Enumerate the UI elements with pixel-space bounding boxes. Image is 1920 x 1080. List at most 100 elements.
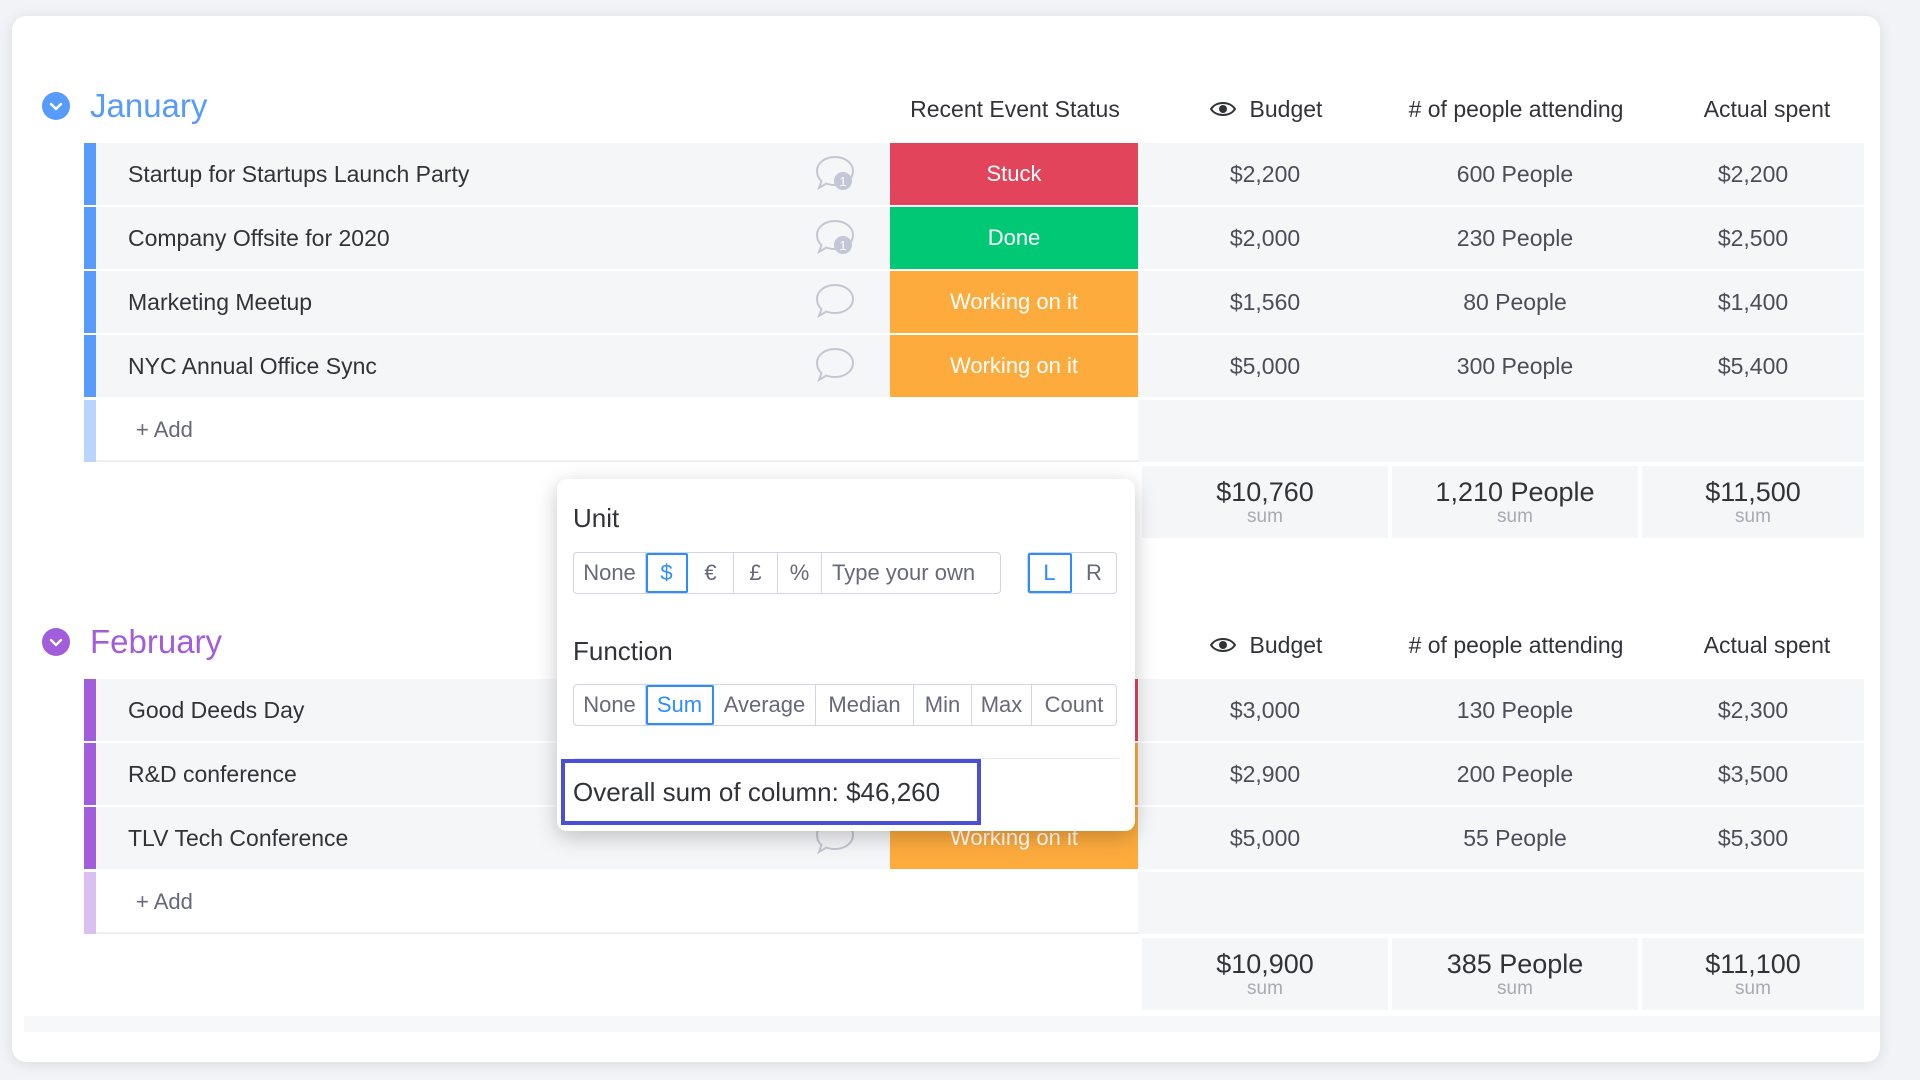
item-name[interactable]: Startup for Startups Launch Party <box>128 143 469 205</box>
people-cell[interactable]: 600 People <box>1392 143 1638 205</box>
table-row[interactable]: Startup for Startups Launch Party 1 Stuc… <box>84 143 1864 205</box>
unit-option-dollar[interactable]: $ <box>646 553 688 593</box>
row-color-stripe <box>84 207 96 269</box>
chat-count: 1 <box>839 174 846 189</box>
people-cell[interactable]: 230 People <box>1392 207 1638 269</box>
row-color-stripe <box>84 872 96 934</box>
column-header-budget[interactable]: Budget <box>1142 630 1390 660</box>
spent-cell[interactable]: $5,300 <box>1642 807 1864 869</box>
chevron-down-icon[interactable] <box>42 628 70 656</box>
row-color-stripe <box>84 807 96 869</box>
budget-cell[interactable]: $2,900 <box>1142 743 1388 805</box>
item-name[interactable]: R&D conference <box>128 743 297 805</box>
spent-summary[interactable]: $11,100 sum <box>1642 938 1864 1010</box>
group-title[interactable]: February <box>90 623 222 661</box>
table-row[interactable]: NYC Annual Office Sync Working on it $5,… <box>84 335 1864 397</box>
function-option-average[interactable]: Average <box>714 685 816 725</box>
people-cell[interactable]: 300 People <box>1392 335 1638 397</box>
people-summary[interactable]: 385 People sum <box>1392 938 1638 1010</box>
unit-option-none[interactable]: None <box>574 553 646 593</box>
function-selector: None Sum Average Median Min Max Count <box>573 684 1117 726</box>
add-item-button[interactable]: + Add <box>96 872 1138 934</box>
column-summary-popup: Unit None $ € £ % Type your own L R Func… <box>557 479 1135 831</box>
function-option-max[interactable]: Max <box>972 685 1032 725</box>
item-name[interactable]: NYC Annual Office Sync <box>128 335 377 397</box>
chevron-down-icon[interactable] <box>42 92 70 120</box>
chat-bubble-icon[interactable]: 1 <box>814 154 856 194</box>
unit-option-euro[interactable]: € <box>688 553 734 593</box>
column-header-spent[interactable]: Actual spent <box>1642 630 1892 660</box>
spent-summary[interactable]: $11,500 sum <box>1642 466 1864 538</box>
unit-option-pound[interactable]: £ <box>734 553 778 593</box>
item-name[interactable]: TLV Tech Conference <box>128 807 348 869</box>
budget-cell[interactable]: $2,000 <box>1142 207 1388 269</box>
align-left-option[interactable]: L <box>1028 553 1072 593</box>
add-item-row[interactable]: + Add <box>84 400 1864 462</box>
board-footer-band <box>24 1016 1880 1032</box>
add-item-button[interactable]: + Add <box>96 400 1138 462</box>
summary-value: $10,760 <box>1216 477 1314 507</box>
unit-section-title: Unit <box>573 503 620 533</box>
column-header-people[interactable]: # of people attending <box>1392 630 1640 660</box>
chat-bubble-icon[interactable] <box>814 346 856 386</box>
add-item-row[interactable]: + Add <box>84 872 1864 934</box>
unit-selector: None $ € £ % Type your own <box>573 552 1001 594</box>
item-name[interactable]: Good Deeds Day <box>128 679 304 741</box>
budget-cell[interactable]: $5,000 <box>1142 807 1388 869</box>
item-name[interactable]: Company Offsite for 2020 <box>128 207 390 269</box>
group-title[interactable]: January <box>90 87 207 125</box>
summary-value: $11,500 <box>1705 477 1801 507</box>
budget-summary[interactable]: $10,760 sum <box>1142 466 1388 538</box>
budget-cell[interactable]: $3,000 <box>1142 679 1388 741</box>
chat-bubble-icon[interactable] <box>814 282 856 322</box>
spent-cell[interactable]: $1,400 <box>1642 271 1864 333</box>
function-option-count[interactable]: Count <box>1032 685 1116 725</box>
summary-label: sum <box>1735 506 1771 527</box>
table-row[interactable]: Company Offsite for 2020 1 Done $2,000 2… <box>84 207 1864 269</box>
spent-cell[interactable]: $2,500 <box>1642 207 1864 269</box>
spent-cell[interactable]: $3,500 <box>1642 743 1864 805</box>
function-option-median[interactable]: Median <box>816 685 914 725</box>
row-color-stripe <box>84 743 96 805</box>
status-badge[interactable]: Working on it <box>890 335 1138 397</box>
function-option-none[interactable]: None <box>574 685 646 725</box>
budget-summary[interactable]: $10,900 sum <box>1142 938 1388 1010</box>
function-section-title: Function <box>573 636 673 666</box>
eye-icon <box>1209 102 1236 116</box>
column-header-people[interactable]: # of people attending <box>1392 94 1640 124</box>
status-badge[interactable]: Working on it <box>890 271 1138 333</box>
summary-label: sum <box>1497 978 1533 999</box>
people-cell[interactable]: 55 People <box>1392 807 1638 869</box>
table-row[interactable]: Marketing Meetup Working on it $1,560 80… <box>84 271 1864 333</box>
alignment-selector: L R <box>1027 552 1117 594</box>
summary-label: sum <box>1497 506 1533 527</box>
overall-sum-readout: Overall sum of column: $46,260 <box>561 759 981 825</box>
summary-value: $11,100 <box>1705 949 1801 979</box>
chat-bubble-icon[interactable]: 1 <box>814 218 856 258</box>
summary-value: 385 People <box>1446 949 1584 979</box>
budget-cell[interactable]: $1,560 <box>1142 271 1388 333</box>
spent-cell[interactable]: $2,300 <box>1642 679 1864 741</box>
unit-option-percent[interactable]: % <box>778 553 822 593</box>
add-row-filler <box>1138 872 1864 934</box>
spent-cell[interactable]: $2,200 <box>1642 143 1864 205</box>
budget-cell[interactable]: $2,200 <box>1142 143 1388 205</box>
people-cell[interactable]: 80 People <box>1392 271 1638 333</box>
people-cell[interactable]: 200 People <box>1392 743 1638 805</box>
align-right-option[interactable]: R <box>1072 553 1116 593</box>
function-option-sum[interactable]: Sum <box>646 685 714 725</box>
people-summary[interactable]: 1,210 People sum <box>1392 466 1638 538</box>
column-header-status[interactable]: Recent Event Status <box>890 94 1140 124</box>
status-badge[interactable]: Stuck <box>890 143 1138 205</box>
item-name[interactable]: Marketing Meetup <box>128 271 312 333</box>
people-cell[interactable]: 130 People <box>1392 679 1638 741</box>
row-color-stripe <box>84 271 96 333</box>
row-color-stripe <box>84 335 96 397</box>
budget-cell[interactable]: $5,000 <box>1142 335 1388 397</box>
unit-custom-input[interactable]: Type your own <box>822 553 1000 593</box>
spent-cell[interactable]: $5,400 <box>1642 335 1864 397</box>
status-badge[interactable]: Done <box>890 207 1138 269</box>
function-option-min[interactable]: Min <box>914 685 972 725</box>
column-header-spent[interactable]: Actual spent <box>1642 94 1892 124</box>
column-header-budget[interactable]: Budget <box>1142 94 1390 124</box>
